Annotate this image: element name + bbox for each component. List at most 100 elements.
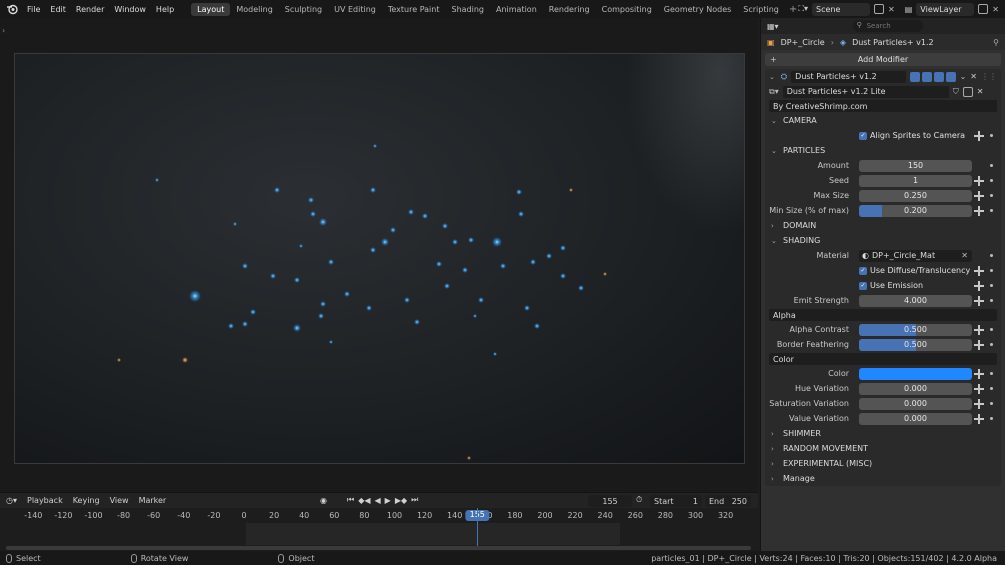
section-shimmer[interactable]: › SHIMMER <box>765 426 1001 441</box>
tab-modeling[interactable]: Modeling <box>230 3 278 16</box>
play-icon[interactable]: ▶ <box>385 496 391 505</box>
section-experimental[interactable]: › EXPERIMENTAL (MISC) <box>765 456 1001 471</box>
animate-dot-icon[interactable] <box>990 254 993 257</box>
animate-dot-icon[interactable] <box>990 402 993 405</box>
blender-logo-icon[interactable] <box>4 0 20 18</box>
animate-dot-icon[interactable] <box>990 343 993 346</box>
auto-key-icon[interactable]: ◉ <box>320 496 327 505</box>
duplicate-node-group-icon[interactable] <box>962 86 973 97</box>
tab-geometry-nodes[interactable]: Geometry Nodes <box>658 3 737 16</box>
camera-view[interactable] <box>14 53 745 464</box>
drag-handle-icon[interactable]: ⋮⋮ <box>981 72 997 81</box>
stopwatch-icon[interactable]: ⏱ <box>636 495 642 505</box>
keyframe-icon[interactable] <box>974 131 984 141</box>
section-domain[interactable]: › DOMAIN <box>765 218 1001 233</box>
unlink-icon[interactable]: ✕ <box>977 87 984 96</box>
start-frame-field[interactable]: Start 1 <box>650 495 702 507</box>
view-menu[interactable]: View <box>110 496 129 505</box>
tab-layout[interactable]: Layout <box>191 2 231 16</box>
delete-view-layer-icon[interactable]: ✕ <box>992 5 999 14</box>
keyframe-icon[interactable] <box>974 281 984 291</box>
animate-dot-icon[interactable] <box>990 372 993 375</box>
color-swatch[interactable] <box>859 367 972 380</box>
tab-uv-editing[interactable]: UV Editing <box>328 3 382 16</box>
editor-type-icon[interactable]: ▦▾ <box>767 22 779 31</box>
scene-field[interactable]: Scene <box>812 2 871 16</box>
tab-scripting[interactable]: Scripting <box>737 3 785 16</box>
tab-compositing[interactable]: Compositing <box>596 3 658 16</box>
max-size-field[interactable]: 0.250 <box>859 189 972 202</box>
value-field[interactable]: 0.000 <box>859 412 972 425</box>
pin-icon[interactable]: ⚲ <box>993 38 999 47</box>
edit-mode-toggle-icon[interactable] <box>909 71 920 82</box>
menu-file[interactable]: File <box>22 5 45 14</box>
keyframe-icon[interactable] <box>974 414 984 424</box>
fake-user-icon[interactable]: ⛉ <box>953 87 959 97</box>
playhead-line[interactable] <box>477 508 479 550</box>
marker-menu[interactable]: Marker <box>139 496 167 505</box>
delete-scene-icon[interactable]: ✕ <box>888 5 895 14</box>
modifier-name-field[interactable]: Dust Particles+ v1.2 <box>791 70 906 83</box>
node-tree-icon[interactable]: ⧉▾ <box>769 87 779 97</box>
amount-field[interactable]: 150 <box>859 159 972 172</box>
end-frame-field[interactable]: End 250 <box>705 495 751 507</box>
min-size-slider[interactable]: 0.200 <box>859 204 972 217</box>
section-manage[interactable]: › Manage <box>765 471 1001 486</box>
use-diffuse-checkbox[interactable]: ✓ Use Diffuse/Translucency <box>859 266 970 275</box>
animate-dot-icon[interactable] <box>990 194 993 197</box>
tab-rendering[interactable]: Rendering <box>543 3 596 16</box>
new-view-layer-icon[interactable] <box>978 4 989 14</box>
animate-dot-icon[interactable] <box>990 134 993 137</box>
animate-dot-icon[interactable] <box>990 179 993 182</box>
section-camera[interactable]: ⌄ CAMERA <box>765 113 1001 128</box>
scene-icon[interactable]: ⛶▾ <box>798 4 808 14</box>
animate-dot-icon[interactable] <box>990 387 993 390</box>
keyframe-icon[interactable] <box>974 369 984 379</box>
view-layer-icon[interactable]: ▤ <box>905 5 913 14</box>
next-keyframe-icon[interactable]: ▶◆ <box>395 496 407 505</box>
section-shading[interactable]: ⌄ SHADING <box>765 233 1001 248</box>
keyframe-icon[interactable] <box>974 206 984 216</box>
animate-dot-icon[interactable] <box>990 284 993 287</box>
toolbar-expand-icon[interactable]: › <box>2 26 5 35</box>
frame-ruler[interactable]: -140 -120 -100 -80 -60 -40 -20 0 20 40 60 80 100 120 1… <box>0 509 758 523</box>
remove-modifier-icon[interactable]: ✕ <box>970 72 977 81</box>
section-particles[interactable]: ⌄ PARTICLES <box>765 143 1001 158</box>
use-emission-checkbox[interactable]: ✓ Use Emission <box>859 281 923 290</box>
collapse-chevron-icon[interactable]: ⌄ <box>769 73 777 81</box>
menu-render[interactable]: Render <box>71 5 109 14</box>
timeline-scrollbar[interactable] <box>6 546 751 550</box>
animate-dot-icon[interactable] <box>990 299 993 302</box>
play-reverse-icon[interactable]: ◀ <box>375 496 381 505</box>
current-frame-field[interactable]: 155 <box>588 495 632 507</box>
emit-strength-field[interactable]: 4.000 <box>859 294 972 307</box>
playback-menu[interactable]: Playback <box>27 496 63 505</box>
render-toggle-icon[interactable] <box>945 71 956 82</box>
keyframe-icon[interactable] <box>974 176 984 186</box>
3d-viewport[interactable]: › <box>0 18 758 492</box>
tab-texture-paint[interactable]: Texture Paint <box>382 3 446 16</box>
alpha-contrast-slider[interactable]: 0.500 <box>859 323 972 336</box>
jump-start-icon[interactable]: ⏮ <box>347 495 354 505</box>
tab-animation[interactable]: Animation <box>490 3 543 16</box>
node-group-field[interactable]: Dust Particles+ v1.2 Lite <box>782 85 949 98</box>
keying-menu[interactable]: Keying <box>73 496 100 505</box>
animate-dot-icon[interactable] <box>990 328 993 331</box>
keyframe-icon[interactable] <box>974 399 984 409</box>
clear-material-icon[interactable]: ✕ <box>961 251 968 260</box>
viewport-toggle-icon[interactable] <box>933 71 944 82</box>
animate-dot-icon[interactable] <box>990 209 993 212</box>
frame-range-track[interactable] <box>246 523 620 545</box>
menu-help[interactable]: Help <box>151 5 179 14</box>
animate-dot-icon[interactable] <box>990 164 993 167</box>
tab-sculpting[interactable]: Sculpting <box>279 3 328 16</box>
section-random-movement[interactable]: › RANDOM MOVEMENT <box>765 441 1001 456</box>
dropdown-icon[interactable]: ⌄ <box>960 72 967 81</box>
timeline-editor-icon[interactable]: ◷▾ <box>6 496 17 505</box>
jump-end-icon[interactable]: ⏭ <box>411 495 418 505</box>
view-layer-field[interactable]: ViewLayer <box>916 2 975 16</box>
border-feathering-slider[interactable]: 0.500 <box>859 338 972 351</box>
cage-toggle-icon[interactable] <box>921 71 932 82</box>
keyframe-icon[interactable] <box>974 191 984 201</box>
tab-shading[interactable]: Shading <box>445 3 490 16</box>
